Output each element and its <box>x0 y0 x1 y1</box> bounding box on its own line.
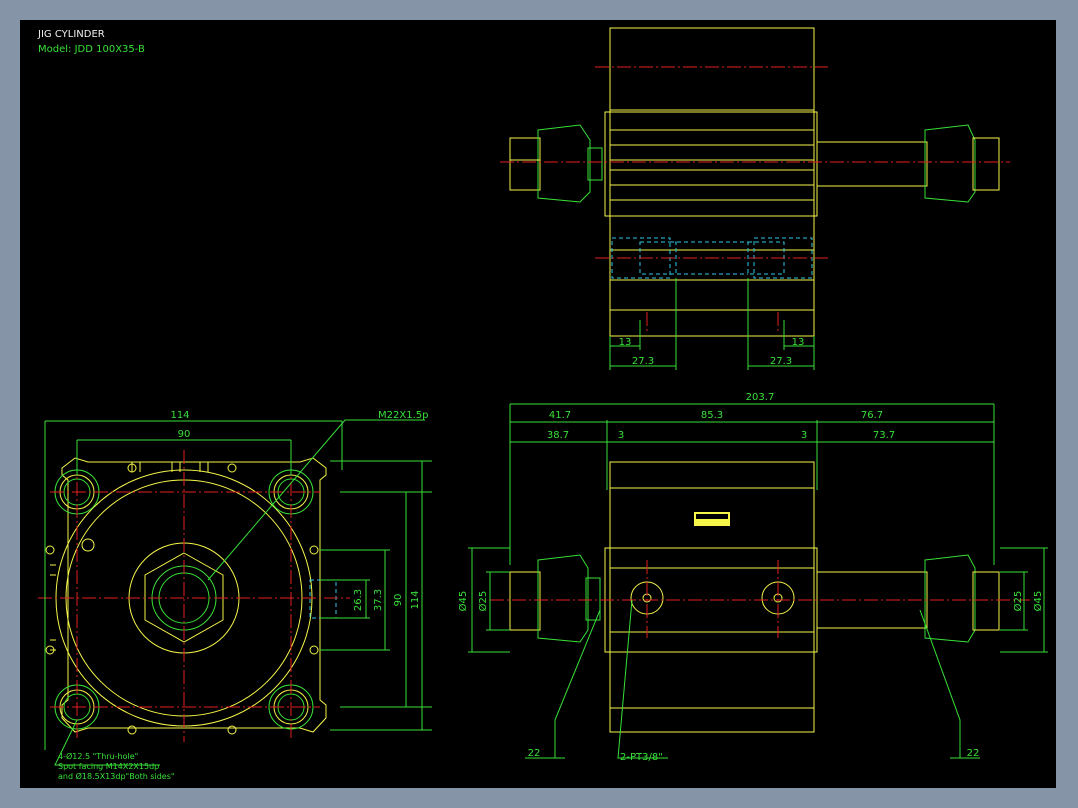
left-rod-end <box>509 137 541 191</box>
dim-phi25-left: Ø25 <box>477 591 489 612</box>
port-hidden-line <box>309 579 337 619</box>
dim-3-left: 3 <box>618 430 624 441</box>
dim-27-3-left: 27.3 <box>632 356 654 367</box>
right-rod <box>816 141 928 187</box>
side-view: 203.7 41.7 85.3 76.7 38.7 3 3 73.7 Ø25 Ø… <box>457 392 1048 763</box>
hole-note-1: 4-Ø12.5 "Thru-hole" <box>58 751 138 761</box>
top-view: 13 13 27.3 27.3 <box>500 27 1010 370</box>
dim-85-3: 85.3 <box>701 410 723 421</box>
dim-total-203-7: 203.7 <box>746 392 775 403</box>
dim-3-right: 3 <box>801 430 807 441</box>
model-label: Model: JDD 100X35-B <box>38 44 145 55</box>
dim-13-left: 13 <box>619 337 632 348</box>
dim-phi25-right: Ø25 <box>1012 591 1024 612</box>
port-callout: 2-PT3/8" <box>620 752 663 763</box>
dim-27-3-right: 27.3 <box>770 356 792 367</box>
side-slots <box>50 564 56 651</box>
dim-73-7: 73.7 <box>873 430 895 441</box>
dim-76-7: 76.7 <box>861 410 883 421</box>
dim-phi45-left: Ø45 <box>457 591 469 612</box>
dim-phi45-right: Ø45 <box>1032 591 1044 612</box>
hole-note-3: and Ø18.5X13dp"Both sides" <box>58 771 175 781</box>
side-body-outline <box>609 461 815 733</box>
drawing-viewport[interactable]: JIG CYLINDER Model: JDD 100X35-B 114 90 … <box>20 20 1056 788</box>
top-body-outline <box>609 27 815 337</box>
thread-callout: M22X1.5p <box>378 410 428 421</box>
side-left-nut <box>537 554 589 643</box>
dim-height-90: 90 <box>393 594 404 607</box>
dim-port-37-3: 37.3 <box>373 589 384 611</box>
side-right-nut <box>924 554 976 643</box>
cad-drawing: JIG CYLINDER Model: JDD 100X35-B 114 90 … <box>37 27 1048 781</box>
dim-height-114: 114 <box>410 590 421 609</box>
dim-22-right: 22 <box>967 748 980 759</box>
dim-22-left: 22 <box>528 748 541 759</box>
left-nut <box>537 124 591 203</box>
dim-41-7: 41.7 <box>549 410 571 421</box>
dim-port-26-3: 26.3 <box>353 589 364 611</box>
front-view: 114 90 M22X1.5p 26.3 37.3 90 114 4-Ø12.5… <box>38 410 432 781</box>
dim-width-114: 114 <box>170 410 189 421</box>
right-nut <box>924 124 976 203</box>
hole-note-2: Spot facing M14X2X15dp <box>58 762 159 771</box>
drawing-title: JIG CYLINDER <box>37 29 105 40</box>
dim-38-7: 38.7 <box>547 430 569 441</box>
dim-13-right: 13 <box>792 337 805 348</box>
dim-bolt-pitch-90: 90 <box>178 429 191 440</box>
